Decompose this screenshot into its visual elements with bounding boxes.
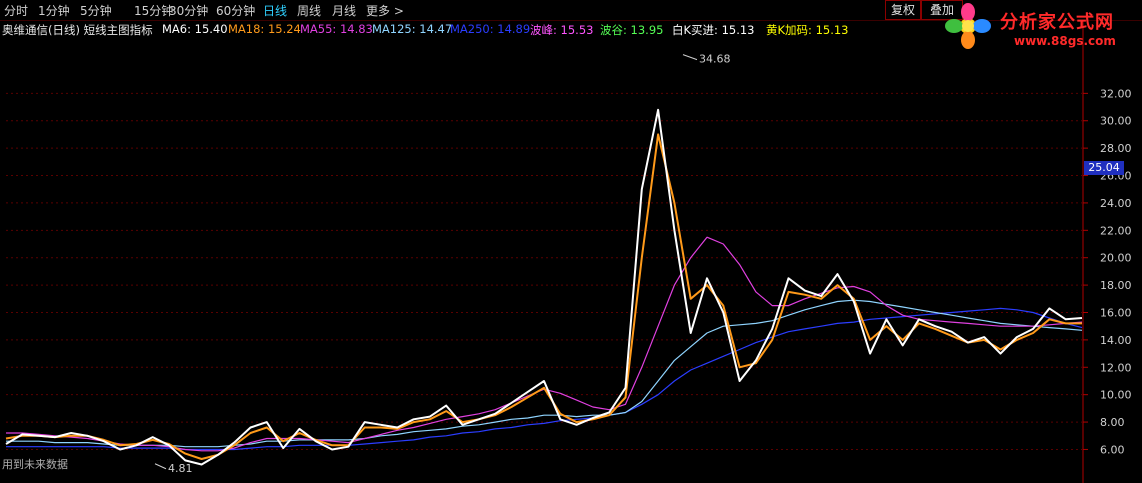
timeframe-tab-0[interactable]: 分时	[4, 2, 28, 19]
price-chart: 32.0030.0028.0026.0024.0022.0020.0018.00…	[5, 20, 1132, 483]
high-pointer	[682, 54, 698, 61]
low-annotation: 4.81	[168, 462, 193, 475]
fuquan-button[interactable]: 复权	[885, 0, 921, 20]
timeframe-tab-1[interactable]: 1分钟	[38, 2, 70, 19]
site-logo: 分析家公式网 www.88gs.com	[940, 2, 1140, 50]
legend-item-6: 波谷: 13.95	[600, 23, 664, 37]
timeframe-tab-6[interactable]: 日线	[263, 2, 287, 19]
y-tick-label: 6.00	[1100, 443, 1125, 456]
low-pointer	[154, 463, 167, 470]
y-tick-label: 8.00	[1100, 416, 1125, 429]
y-tick-label: 20.00	[1100, 252, 1132, 265]
timeframe-tab-5[interactable]: 60分钟	[216, 2, 255, 19]
legend-item-3: MA125: 14.47	[372, 22, 453, 36]
y-tick-label: 10.00	[1100, 389, 1132, 402]
series-line-ma55	[6, 236, 1083, 452]
timeframe-tab-9[interactable]: 更多 >	[366, 2, 404, 19]
flower-logo-icon	[945, 3, 991, 49]
series-line-ma18	[5, 133, 1082, 460]
timeframe-tab-7[interactable]: 周线	[297, 2, 321, 19]
timeframe-tab-8[interactable]: 月线	[332, 2, 356, 19]
future-data-note: 用到未来数据	[2, 458, 68, 471]
y-tick-label: 16.00	[1100, 306, 1132, 319]
high-annotation: 34.68	[699, 53, 731, 66]
site-url: www.88gs.com	[1014, 34, 1116, 48]
legend-item-2: MA55: 14.83	[300, 22, 373, 36]
legend-item-8: 黄K加码: 15.13	[766, 23, 849, 37]
y-tick-label: 18.00	[1100, 279, 1132, 292]
y-tick-label: 28.00	[1100, 142, 1132, 155]
series-line-ma6	[5, 108, 1083, 466]
site-name: 分析家公式网	[1000, 12, 1114, 33]
y-tick-label: 14.00	[1100, 334, 1132, 347]
y-tick-label: 12.00	[1100, 361, 1132, 374]
y-tick-label: 32.00	[1100, 87, 1132, 100]
legend-item-7: 白K买进: 15.13	[672, 23, 755, 37]
legend-item-1: MA18: 15.24	[228, 22, 301, 36]
series-line-ma125	[6, 299, 1083, 448]
legend-item-5: 波峰: 15.53	[530, 23, 594, 37]
legend-item-4: MA250: 14.89	[450, 22, 531, 36]
legend-title: 奥维通信(日线) 短线主图指标	[2, 23, 153, 37]
timeframe-tab-3[interactable]: 15分钟	[134, 2, 173, 19]
y-tick-label: 24.00	[1100, 197, 1132, 210]
timeframe-tab-2[interactable]: 5分钟	[80, 2, 112, 19]
timeframe-tab-4[interactable]: 30分钟	[169, 2, 208, 19]
current-price-tag: 25.04	[1084, 161, 1124, 175]
legend-item-0: MA6: 15.40	[162, 22, 228, 36]
y-tick-label: 30.00	[1100, 115, 1132, 128]
series-line-ma250	[6, 307, 1083, 451]
y-tick-label: 22.00	[1100, 224, 1132, 237]
